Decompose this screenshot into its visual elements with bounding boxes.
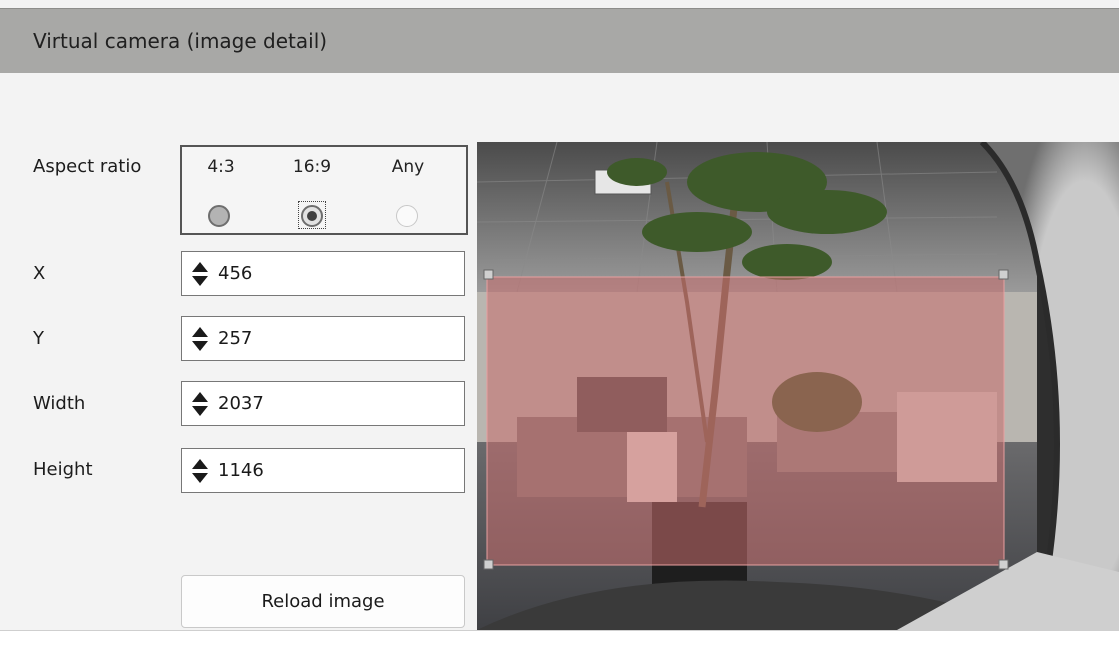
x-spinbox[interactable]: 456 [181, 251, 465, 296]
camera-preview[interactable] [477, 142, 1119, 630]
spin-arrows-icon[interactable] [191, 261, 209, 287]
height-value: 1146 [218, 460, 264, 481]
width-value: 2037 [218, 393, 264, 414]
spin-arrows-icon[interactable] [191, 326, 209, 352]
height-label: Height [33, 459, 93, 480]
y-spinbox[interactable]: 257 [181, 316, 465, 361]
spin-arrows-icon[interactable] [191, 458, 209, 484]
aspect-radio-16-9[interactable] [301, 205, 323, 227]
spin-arrows-icon[interactable] [191, 391, 209, 417]
virtual-camera-panel: Virtual camera (image detail) Aspect rat… [0, 0, 1119, 630]
aspect-ratio-group: 4:3 16:9 Any [180, 145, 468, 235]
aspect-radio-4-3[interactable] [208, 205, 230, 227]
y-value: 257 [218, 328, 253, 349]
fisheye-camera-image [477, 142, 1119, 630]
resize-handle-bottom-right [998, 559, 1009, 570]
aspect-option-4-3-label: 4:3 [207, 157, 235, 177]
bottom-area [0, 630, 1119, 649]
x-value: 456 [218, 263, 253, 284]
reload-image-button[interactable]: Reload image [181, 575, 465, 628]
panel-header: Virtual camera (image detail) [0, 8, 1119, 73]
aspect-option-any-label: Any [391, 157, 425, 177]
resize-handle-top-left [483, 269, 494, 280]
width-spinbox[interactable]: 2037 [181, 381, 465, 426]
width-label: Width [33, 393, 86, 414]
resize-handle-top-right [998, 269, 1009, 280]
panel-title: Virtual camera (image detail) [33, 29, 328, 53]
y-label: Y [33, 328, 44, 349]
aspect-ratio-label: Aspect ratio [33, 156, 142, 177]
aspect-radio-any [396, 205, 418, 227]
x-label: X [33, 263, 46, 284]
resize-handle-bottom-left [483, 559, 494, 570]
height-spinbox[interactable]: 1146 [181, 448, 465, 493]
aspect-option-16-9-label: 16:9 [292, 157, 332, 177]
